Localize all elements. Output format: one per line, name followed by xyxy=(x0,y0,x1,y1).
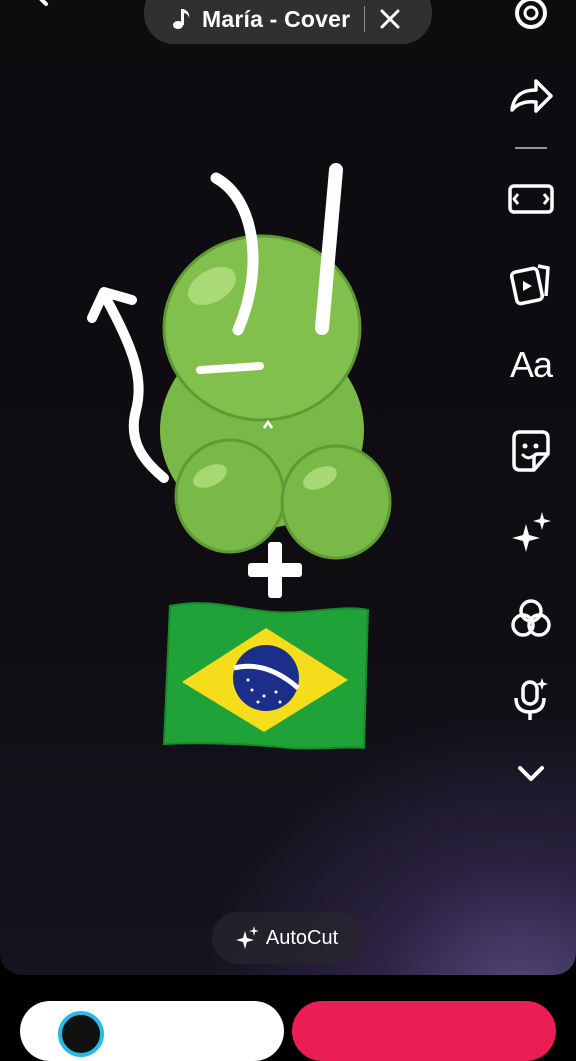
aspect-ratio-icon[interactable] xyxy=(508,176,554,222)
music-selector[interactable]: María - Cover xyxy=(144,0,432,44)
text-tool[interactable]: Aa xyxy=(508,342,554,388)
divider xyxy=(364,6,366,32)
next-button[interactable] xyxy=(292,1001,556,1061)
autocut-button[interactable]: AutoCut xyxy=(212,912,362,964)
more-icon[interactable] xyxy=(508,750,554,796)
your-story-button[interactable] xyxy=(20,1001,284,1061)
text-icon: Aa xyxy=(509,344,553,385)
music-note-icon xyxy=(173,9,190,29)
brazil-flag-icon xyxy=(162,602,370,750)
filters-icon[interactable] xyxy=(508,596,554,642)
share-icon[interactable] xyxy=(508,74,554,120)
music-title: María - Cover xyxy=(202,5,351,32)
sticker-artwork xyxy=(87,163,392,750)
effects-icon[interactable] xyxy=(508,510,554,556)
sticker-icon[interactable] xyxy=(508,428,554,474)
close-icon[interactable] xyxy=(379,8,401,30)
plus-sign xyxy=(248,542,302,598)
gummy-bear-sticker xyxy=(160,163,392,560)
voice-icon[interactable] xyxy=(508,676,554,722)
curved-arrow-sticker xyxy=(87,287,169,483)
clips-icon[interactable] xyxy=(508,260,554,306)
autocut-label: AutoCut xyxy=(265,926,339,949)
rail-divider xyxy=(515,147,547,149)
sparkle-icon xyxy=(235,926,259,949)
back-arrow-icon[interactable] xyxy=(26,0,74,26)
settings-icon[interactable] xyxy=(508,0,554,36)
avatar xyxy=(58,1011,104,1057)
video-preview: María - Cover Aa AutoCut xyxy=(0,0,576,975)
